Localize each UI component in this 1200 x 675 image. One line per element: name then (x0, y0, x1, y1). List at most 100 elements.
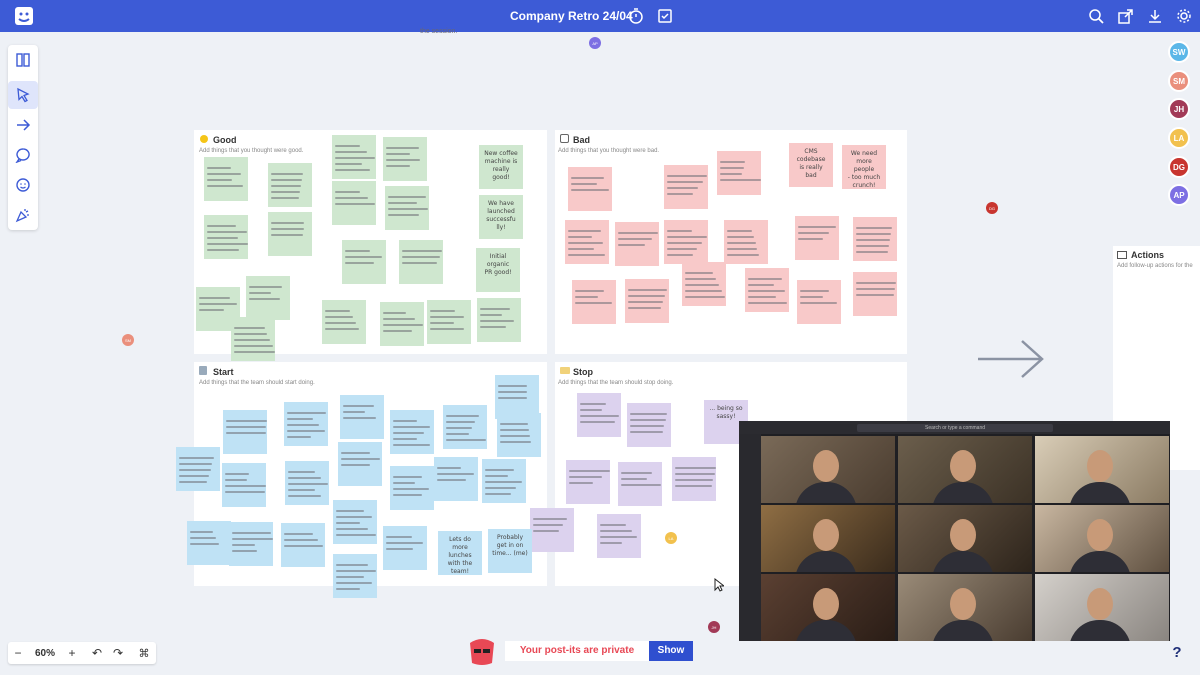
zoom-out-button[interactable]: − (8, 642, 28, 664)
avatar[interactable]: AP (1168, 184, 1190, 206)
download-icon[interactable] (1143, 0, 1167, 32)
show-postits-button[interactable]: Show (649, 641, 693, 661)
sticky-note[interactable] (577, 393, 621, 437)
sticky-note[interactable] (568, 167, 612, 211)
sticky-note[interactable] (853, 272, 897, 316)
avatar[interactable]: SM (1168, 70, 1190, 92)
sticky-note[interactable] (477, 298, 521, 342)
sticky-note[interactable] (176, 447, 220, 491)
zoom-level[interactable]: 60% (30, 642, 60, 664)
shortcuts-button[interactable]: ⌘ (133, 642, 155, 664)
sticky-note[interactable] (615, 222, 659, 266)
celebrate-icon[interactable] (8, 201, 38, 229)
avatar[interactable]: DG (1168, 156, 1190, 178)
sticky-note[interactable] (682, 262, 726, 306)
video-participant-tile[interactable] (898, 505, 1032, 572)
avatar[interactable]: SW (1168, 41, 1190, 63)
help-button[interactable]: ? (1166, 642, 1188, 664)
sticky-note[interactable] (565, 220, 609, 264)
sticky-note[interactable]: CMS codebase is really bad (789, 143, 833, 187)
stopwatch-icon[interactable] (624, 0, 648, 32)
sticky-note[interactable] (625, 279, 669, 323)
vote-icon[interactable] (653, 0, 677, 32)
sticky-note[interactable] (333, 500, 377, 544)
select-pointer-icon[interactable] (8, 81, 38, 109)
sticky-note[interactable] (340, 395, 384, 439)
video-participant-tile[interactable] (898, 574, 1032, 641)
sticky-note[interactable] (724, 220, 768, 264)
sticky-note[interactable] (385, 186, 429, 230)
sticky-note[interactable] (795, 216, 839, 260)
sticky-note[interactable] (664, 220, 708, 264)
video-participant-tile[interactable] (1035, 574, 1169, 641)
sticky-note[interactable] (285, 461, 329, 505)
board-title[interactable]: Company Retro 24/04 (510, 0, 633, 32)
dash-logo-icon[interactable] (12, 0, 36, 32)
sticky-note[interactable] (268, 163, 312, 207)
sticky-note[interactable] (246, 276, 290, 320)
emoji-icon[interactable] (8, 171, 38, 199)
sticky-note[interactable] (797, 280, 841, 324)
sticky-note[interactable] (427, 300, 471, 344)
sticky-note[interactable] (281, 523, 325, 567)
sticky-note[interactable] (597, 514, 641, 558)
sticky-note[interactable] (853, 217, 897, 261)
sticky-note[interactable] (383, 137, 427, 181)
sticky-note[interactable] (672, 457, 716, 501)
sticky-note[interactable] (443, 405, 487, 449)
sticky-note[interactable] (717, 151, 761, 195)
sticky-note[interactable] (322, 300, 366, 344)
templates-icon[interactable] (8, 46, 38, 74)
canvas-arrow-icon[interactable] (975, 338, 1047, 380)
video-call-window[interactable]: Search or type a command (739, 421, 1170, 641)
sticky-note[interactable] (664, 165, 708, 209)
sticky-note[interactable] (390, 410, 434, 454)
video-participant-tile[interactable] (761, 505, 895, 572)
sticky-note[interactable]: We need more people - too much crunch! (842, 145, 886, 189)
sticky-note[interactable] (231, 317, 276, 361)
video-participant-tile[interactable] (898, 436, 1032, 503)
search-icon[interactable] (1084, 0, 1108, 32)
sticky-note[interactable] (380, 302, 424, 346)
avatar[interactable]: LA (1168, 127, 1190, 149)
video-participant-tile[interactable] (761, 436, 895, 503)
sticky-note[interactable] (627, 403, 671, 447)
sticky-note[interactable] (332, 135, 376, 179)
sticky-note[interactable] (222, 463, 266, 507)
sticky-note[interactable] (268, 212, 312, 256)
zoom-in-button[interactable]: + (62, 642, 82, 664)
sticky-note[interactable] (530, 508, 574, 552)
sticky-note[interactable] (399, 240, 443, 284)
sticky-note[interactable] (572, 280, 616, 324)
comment-icon[interactable] (8, 141, 38, 169)
sticky-note[interactable]: New coffee machine is really good! (479, 145, 523, 189)
sticky-note[interactable] (745, 268, 789, 312)
sticky-note[interactable] (229, 522, 273, 566)
sticky-note[interactable] (333, 554, 377, 598)
sticky-note[interactable] (383, 526, 427, 570)
sticky-note[interactable]: Probably get in on time... (me) (488, 529, 532, 573)
video-participant-tile[interactable] (1035, 505, 1169, 572)
sticky-note[interactable] (187, 521, 231, 565)
sticky-note[interactable] (618, 462, 662, 506)
sticky-note[interactable] (204, 157, 248, 201)
sticky-note[interactable] (390, 466, 434, 510)
share-icon[interactable] (1113, 0, 1137, 32)
sticky-note[interactable] (497, 413, 541, 457)
sticky-note[interactable] (223, 410, 268, 454)
sticky-note[interactable]: Lets do more lunches with the team! (438, 531, 482, 575)
sticky-note[interactable] (204, 215, 249, 259)
sticky-note[interactable] (284, 402, 328, 446)
sticky-note[interactable] (338, 442, 382, 486)
arrow-tool-icon[interactable] (8, 111, 38, 139)
redo-button[interactable]: ↷ (108, 642, 128, 664)
video-participant-tile[interactable] (1035, 436, 1169, 503)
sticky-note[interactable] (332, 181, 376, 225)
video-search-input[interactable]: Search or type a command (857, 424, 1053, 432)
sticky-note[interactable]: We have launched successfu lly! (479, 195, 523, 239)
sticky-note[interactable] (434, 457, 478, 501)
sticky-note[interactable] (566, 460, 610, 504)
gear-icon[interactable] (1172, 0, 1196, 32)
avatar[interactable]: JH (1168, 98, 1190, 120)
undo-button[interactable]: ↶ (87, 642, 107, 664)
